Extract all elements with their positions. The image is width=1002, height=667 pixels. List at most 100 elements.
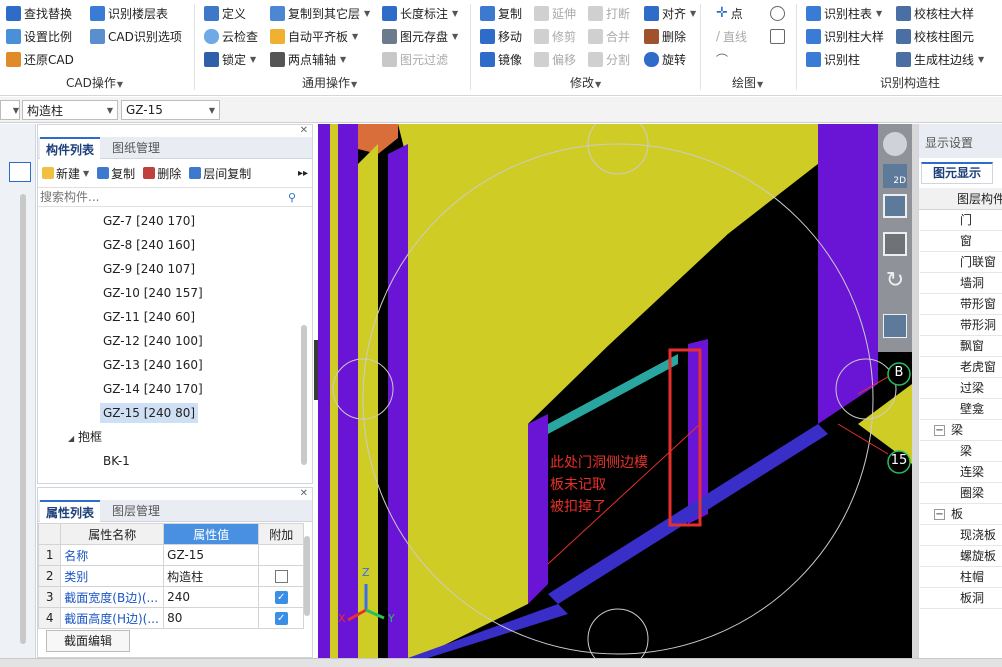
checkbox-unchecked[interactable] xyxy=(274,570,288,583)
component-select[interactable]: GZ-15 ▼ xyxy=(121,100,220,120)
layer-group[interactable]: − 梁 xyxy=(920,420,1002,441)
search-icon[interactable]: ⚲ xyxy=(288,191,296,204)
identify-column-button[interactable]: 识别柱 xyxy=(806,49,860,69)
auto-align-slab-button[interactable]: 自动平齐板 ▼ xyxy=(270,26,358,46)
checkbox-checked[interactable]: ✓ xyxy=(274,591,288,604)
rotate-point-button[interactable] xyxy=(770,3,785,23)
refresh-icon[interactable]: ↻ xyxy=(883,270,907,294)
scrollbar[interactable] xyxy=(301,325,307,465)
component-type-select[interactable]: 构造柱 ▼ xyxy=(22,100,118,120)
layer-item[interactable]: 门 xyxy=(920,210,1002,231)
group-label-general-ops[interactable]: 通用操作▼ xyxy=(302,74,357,91)
layer-item[interactable]: 梁 xyxy=(920,441,1002,462)
table-row[interactable]: 3 截面宽度(B边)(... 240 ✓ xyxy=(37,586,304,608)
move-button[interactable]: 移动 xyxy=(480,26,522,46)
list-item[interactable]: GZ-9 [240 107] xyxy=(100,259,198,279)
search-input[interactable] xyxy=(38,190,288,204)
3d-box-icon[interactable] xyxy=(883,194,907,218)
tab-element-display[interactable]: 图元显示 xyxy=(921,162,993,184)
trim-button[interactable]: 修剪 xyxy=(534,26,576,46)
grid-view-icon[interactable] xyxy=(883,314,907,338)
mirror-button[interactable]: 镜像 xyxy=(480,49,522,69)
split-button[interactable]: 分割 xyxy=(588,49,630,69)
table-row[interactable]: 2 类别 构造柱 xyxy=(37,565,304,587)
property-value[interactable]: 构造柱 xyxy=(163,565,260,587)
list-item-selected[interactable]: GZ-15 [240 80] xyxy=(100,403,199,423)
element-filter-button[interactable]: 图元过滤 xyxy=(382,49,448,69)
group-label-modify[interactable]: 修改▼ xyxy=(570,74,601,91)
copy-to-other-floor-button[interactable]: 复制到其它层 ▼ xyxy=(270,3,370,23)
merge-button[interactable]: 合并 xyxy=(588,26,630,46)
collapse-icon[interactable]: − xyxy=(934,509,945,520)
extend-button[interactable]: 延伸 xyxy=(534,3,576,23)
checkbox-checked[interactable]: ✓ xyxy=(274,612,288,625)
table-row[interactable]: 1 名称 GZ-15 xyxy=(37,544,304,566)
close-icon[interactable]: ✕ xyxy=(300,125,308,136)
layer-item[interactable]: 飘窗 xyxy=(920,336,1002,357)
first-selector[interactable]: ▼ xyxy=(0,100,20,120)
tab-property-list[interactable]: 属性列表 xyxy=(40,500,101,522)
delete-component-button[interactable]: 删除 xyxy=(143,165,181,182)
keyboard-icon[interactable] xyxy=(9,162,31,182)
line-button[interactable]: / 直线 xyxy=(716,26,747,46)
point-button[interactable]: ✛ 点 xyxy=(716,3,743,23)
scrollbar[interactable] xyxy=(304,536,310,616)
property-value[interactable]: GZ-15 xyxy=(163,544,260,566)
tab-drawing-manager[interactable]: 图纸管理 xyxy=(106,137,166,159)
copy-component-button[interactable]: 复制 xyxy=(97,165,135,182)
group-label-cad-ops[interactable]: CAD操作▼ xyxy=(66,74,123,91)
layer-item[interactable]: 老虎窗 xyxy=(920,357,1002,378)
layer-item[interactable]: 窗 xyxy=(920,231,1002,252)
group-label-draw[interactable]: 绘图▼ xyxy=(732,74,763,91)
identify-column-detail-button[interactable]: 识别柱大样 xyxy=(806,26,884,46)
delete-button[interactable]: 删除 xyxy=(644,26,686,46)
2d-view-button[interactable]: 2D xyxy=(883,164,907,188)
layer-item[interactable]: 墙洞 xyxy=(920,273,1002,294)
copy-button[interactable]: 复制 xyxy=(480,3,522,23)
check-column-detail-button[interactable]: 校核柱大样 xyxy=(896,3,974,23)
layer-item[interactable]: 板洞 xyxy=(920,588,1002,609)
cloud-check-button[interactable]: 云检查 xyxy=(204,26,258,46)
layer-item[interactable]: 带形洞 xyxy=(920,315,1002,336)
layer-item[interactable]: 现浇板 xyxy=(920,525,1002,546)
3d-viewport[interactable]: 此处门洞侧边模 板未记取 被扣掉了 B 15 Z X Y 2D ↻ xyxy=(318,124,912,658)
tab-component-list[interactable]: 构件列表 xyxy=(40,137,101,159)
set-scale-button[interactable]: 设置比例 xyxy=(6,26,72,46)
section-edit-button[interactable]: 截面编辑 xyxy=(46,630,130,652)
layer-item[interactable]: 壁龛 xyxy=(920,399,1002,420)
cube-view-icon[interactable] xyxy=(883,232,907,256)
tab-layer-manager[interactable]: 图层管理 xyxy=(106,500,166,522)
list-item[interactable]: GZ-7 [240 170] xyxy=(100,211,198,231)
new-button[interactable]: 新建 ▼ xyxy=(42,165,89,182)
identify-floor-table-button[interactable]: 识别楼层表 xyxy=(90,3,168,23)
close-icon[interactable]: ✕ xyxy=(300,488,308,499)
layer-group[interactable]: − 板 xyxy=(920,504,1002,525)
property-value[interactable]: 80 xyxy=(163,607,260,629)
layer-item[interactable]: 柱帽 xyxy=(920,567,1002,588)
define-button[interactable]: 定义 xyxy=(204,3,246,23)
layer-item[interactable]: 过梁 xyxy=(920,378,1002,399)
tree-group[interactable]: ◢ 抱框 xyxy=(68,427,102,447)
restore-cad-button[interactable]: 还原CAD xyxy=(6,49,74,69)
check-column-element-button[interactable]: 校核柱图元 xyxy=(896,26,974,46)
orbit-icon[interactable] xyxy=(883,132,907,156)
layer-item[interactable]: 门联窗 xyxy=(920,252,1002,273)
rotate-button[interactable]: 旋转 xyxy=(644,49,686,69)
align-button[interactable]: 对齐 ▼ xyxy=(644,3,696,23)
arc-button[interactable]: ⌒ xyxy=(716,49,728,69)
property-value[interactable]: 240 xyxy=(163,586,260,608)
length-dimension-button[interactable]: 长度标注 ▼ xyxy=(382,3,458,23)
model-canvas[interactable] xyxy=(318,124,912,658)
list-item[interactable]: GZ-14 [240 170] xyxy=(100,379,206,399)
list-item[interactable]: GZ-10 [240 157] xyxy=(100,283,206,303)
list-item[interactable]: GZ-12 [240 100] xyxy=(100,331,206,351)
list-item[interactable]: BK-1 xyxy=(100,451,133,471)
scrollbar[interactable] xyxy=(20,194,26,644)
find-replace-button[interactable]: 查找替换 xyxy=(6,3,72,23)
rect-button[interactable] xyxy=(770,26,785,46)
save-elements-button[interactable]: 图元存盘 ▼ xyxy=(382,26,458,46)
offset-button[interactable]: 偏移 xyxy=(534,49,576,69)
list-item[interactable]: GZ-8 [240 160] xyxy=(100,235,198,255)
layer-item[interactable]: 螺旋板 xyxy=(920,546,1002,567)
layer-item[interactable]: 圈梁 xyxy=(920,483,1002,504)
